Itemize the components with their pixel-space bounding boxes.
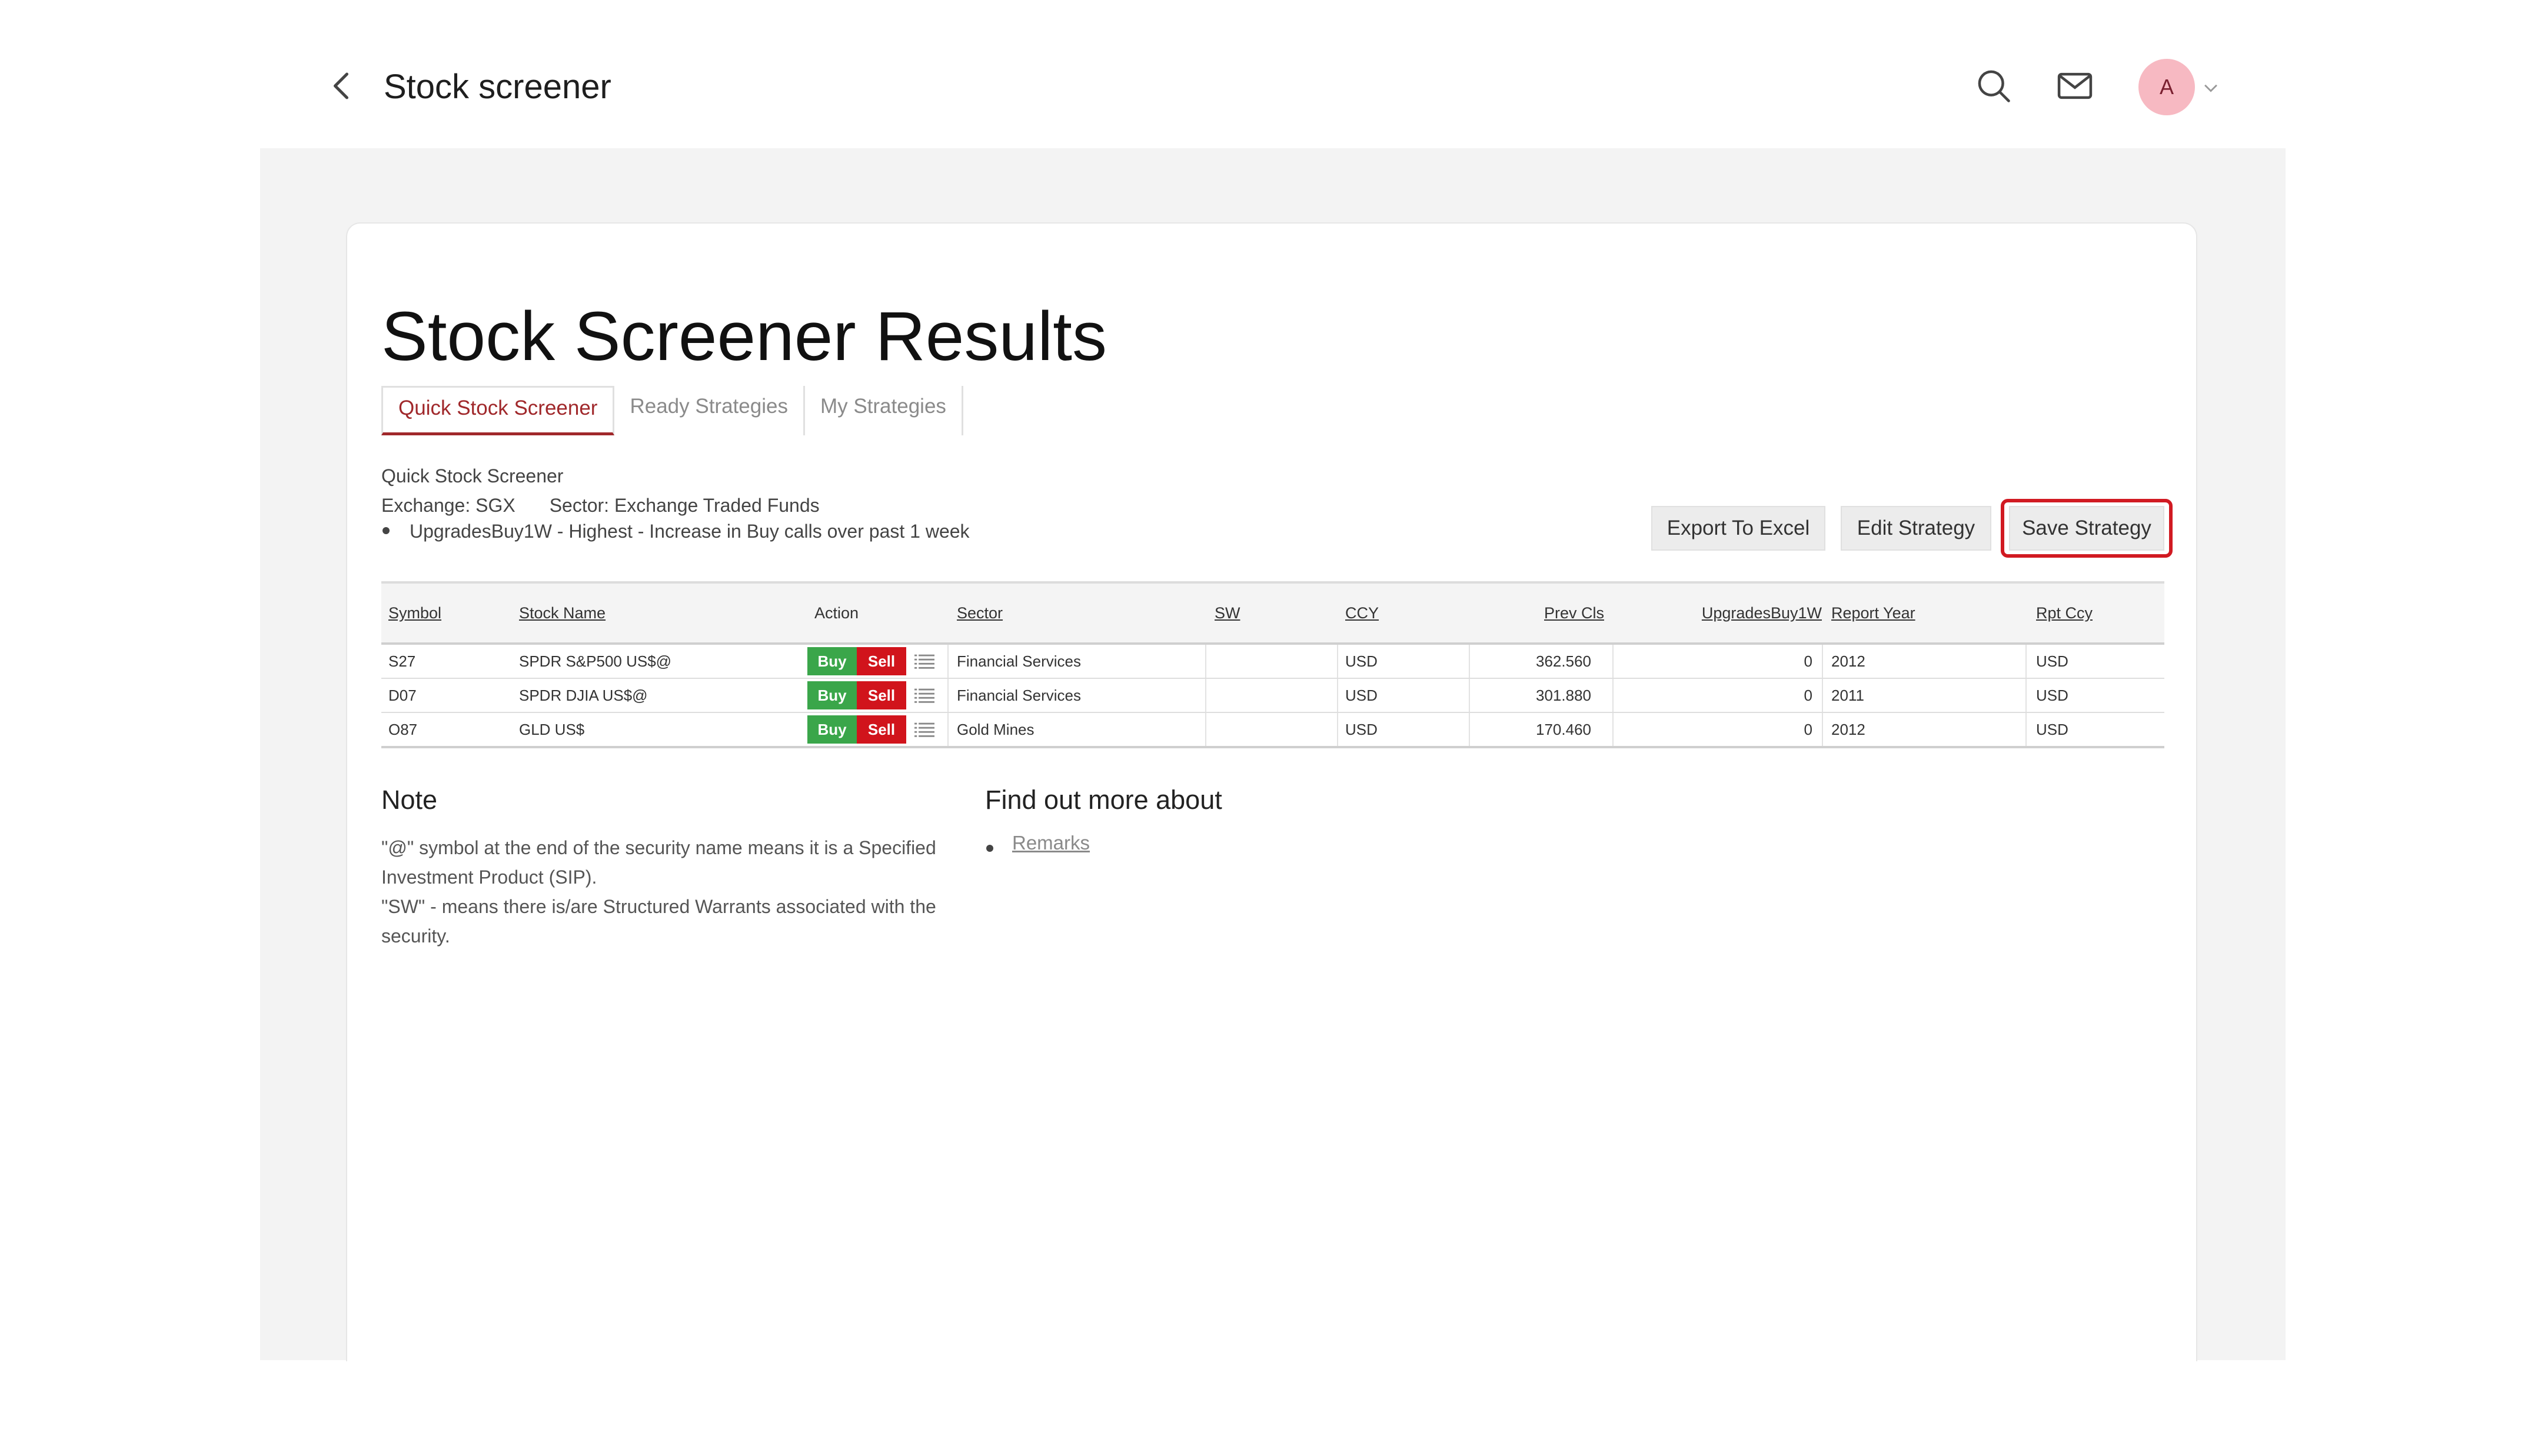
sell-button[interactable]: Sell bbox=[857, 715, 906, 744]
sell-button[interactable]: Sell bbox=[857, 681, 906, 709]
column-divider bbox=[1205, 679, 1206, 712]
column-divider bbox=[1469, 713, 1470, 746]
sell-button[interactable]: Sell bbox=[857, 647, 906, 675]
column-divider bbox=[1612, 679, 1614, 712]
column-divider bbox=[1337, 679, 1338, 712]
column-divider bbox=[2025, 645, 2027, 678]
save-strategy-button[interactable]: Save Strategy bbox=[2009, 506, 2164, 551]
col-stock-name[interactable]: Stock Name bbox=[519, 584, 606, 642]
table-row: S27 SPDR S&P500 US$@ Buy Sell Financial … bbox=[381, 645, 2164, 679]
table-row: D07 SPDR DJIA US$@ Buy Sell Financial Se… bbox=[381, 679, 2164, 713]
table-row: O87 GLD US$ Buy Sell Gold Mines USD 170.… bbox=[381, 713, 2164, 748]
column-divider bbox=[1822, 645, 1823, 678]
note-line: "SW" - means there is/are Structured War… bbox=[381, 896, 936, 917]
cell-report-year: 2012 bbox=[1831, 652, 1865, 670]
mail-icon[interactable] bbox=[2055, 66, 2095, 106]
cell-ccy: USD bbox=[1345, 687, 1378, 704]
tab-my-strategies[interactable]: My Strategies bbox=[805, 386, 963, 435]
col-ccy[interactable]: CCY bbox=[1345, 584, 1379, 642]
col-sector[interactable]: Sector bbox=[957, 584, 1003, 642]
col-prev-cls[interactable]: Prev Cls bbox=[1544, 584, 1604, 642]
tab-ready-strategies[interactable]: Ready Strategies bbox=[614, 386, 805, 435]
export-to-excel-button[interactable]: Export To Excel bbox=[1651, 506, 1825, 551]
criteria-line: Exchange: SGX Sector: Exchange Traded Fun… bbox=[381, 492, 820, 519]
top-header: Stock screener A bbox=[0, 0, 2528, 148]
list-icon[interactable] bbox=[914, 652, 934, 671]
cell-stock-name: GLD US$ bbox=[519, 721, 585, 738]
cell-report-year: 2011 bbox=[1831, 687, 1864, 704]
criteria-rule: UpgradesBuy1W - Highest - Increase in Bu… bbox=[410, 521, 970, 542]
find-more-heading: Find out more about bbox=[985, 785, 1222, 815]
cell-upgrades: 0 bbox=[1804, 721, 1812, 738]
column-divider bbox=[1822, 679, 1823, 712]
column-divider bbox=[2025, 679, 2027, 712]
column-divider bbox=[1205, 713, 1206, 746]
results-table: Symbol Stock Name Action Sector SW CCY P… bbox=[381, 581, 2164, 748]
cell-ccy: USD bbox=[1345, 652, 1378, 670]
list-icon[interactable] bbox=[914, 686, 934, 705]
col-action: Action bbox=[814, 604, 859, 622]
note-line: "@" symbol at the end of the security na… bbox=[381, 837, 936, 858]
column-divider bbox=[947, 645, 949, 678]
remarks-link[interactable]: Remarks bbox=[1012, 832, 1090, 854]
cell-upgrades: 0 bbox=[1804, 652, 1812, 670]
cell-stock-name: SPDR DJIA US$@ bbox=[519, 687, 648, 704]
col-sw[interactable]: SW bbox=[1215, 584, 1240, 642]
buy-button[interactable]: Buy bbox=[807, 681, 857, 709]
buy-button[interactable]: Buy bbox=[807, 715, 857, 744]
criteria-name: Quick Stock Screener bbox=[381, 465, 564, 487]
col-rpt-ccy[interactable]: Rpt Ccy bbox=[2036, 584, 2093, 642]
cell-sector: Gold Mines bbox=[957, 721, 1035, 738]
col-report-year[interactable]: Report Year bbox=[1831, 584, 1915, 642]
cell-symbol: D07 bbox=[388, 687, 417, 704]
cell-prev-cls: 362.560 bbox=[1536, 652, 1591, 670]
cell-stock-name: SPDR S&P500 US$@ bbox=[519, 652, 672, 670]
column-divider bbox=[1822, 713, 1823, 746]
back-arrow-icon[interactable] bbox=[325, 68, 360, 104]
edit-strategy-button[interactable]: Edit Strategy bbox=[1841, 506, 1991, 551]
cell-symbol: S27 bbox=[388, 652, 416, 670]
list-icon[interactable] bbox=[914, 720, 934, 739]
cell-prev-cls: 170.460 bbox=[1536, 721, 1591, 738]
app-title: Stock screener bbox=[384, 68, 611, 106]
strategy-tabs: Quick Stock Screener Ready Strategies My… bbox=[381, 386, 963, 435]
col-upgrades-buy-1w[interactable]: UpgradesBuy1W bbox=[1697, 584, 1822, 642]
search-icon[interactable] bbox=[1974, 66, 2014, 106]
cell-prev-cls: 301.880 bbox=[1536, 687, 1591, 704]
criteria-sector: Sector: Exchange Traded Funds bbox=[549, 495, 820, 516]
cell-sector: Financial Services bbox=[957, 652, 1081, 670]
column-divider bbox=[1612, 645, 1614, 678]
column-divider bbox=[1469, 645, 1470, 678]
cell-rpt-ccy: USD bbox=[2036, 687, 2068, 704]
column-divider bbox=[947, 713, 949, 746]
page-title: Stock Screener Results bbox=[381, 298, 1107, 375]
cell-upgrades: 0 bbox=[1804, 687, 1812, 704]
col-symbol[interactable]: Symbol bbox=[388, 584, 441, 642]
column-divider bbox=[1337, 645, 1338, 678]
buy-button[interactable]: Buy bbox=[807, 647, 857, 675]
cell-rpt-ccy: USD bbox=[2036, 721, 2068, 738]
avatar[interactable]: A bbox=[2138, 59, 2195, 115]
bullet bbox=[986, 845, 993, 852]
table-header: Symbol Stock Name Action Sector SW CCY P… bbox=[381, 581, 2164, 645]
cell-ccy: USD bbox=[1345, 721, 1378, 738]
cell-rpt-ccy: USD bbox=[2036, 652, 2068, 670]
cell-report-year: 2012 bbox=[1831, 721, 1865, 738]
note-heading: Note bbox=[381, 785, 438, 815]
column-divider bbox=[1612, 713, 1614, 746]
cell-symbol: O87 bbox=[388, 721, 418, 738]
chevron-down-icon[interactable] bbox=[2201, 78, 2221, 98]
column-divider bbox=[1205, 645, 1206, 678]
bullet bbox=[382, 527, 390, 534]
cell-sector: Financial Services bbox=[957, 687, 1081, 704]
note-line: Investment Product (SIP). bbox=[381, 867, 597, 888]
column-divider bbox=[1337, 713, 1338, 746]
criteria-exchange: Exchange: SGX bbox=[381, 495, 515, 516]
note-line: security. bbox=[381, 925, 450, 947]
column-divider bbox=[1469, 679, 1470, 712]
tab-quick-stock-screener[interactable]: Quick Stock Screener bbox=[381, 386, 615, 435]
column-divider bbox=[2025, 713, 2027, 746]
column-divider bbox=[947, 679, 949, 712]
